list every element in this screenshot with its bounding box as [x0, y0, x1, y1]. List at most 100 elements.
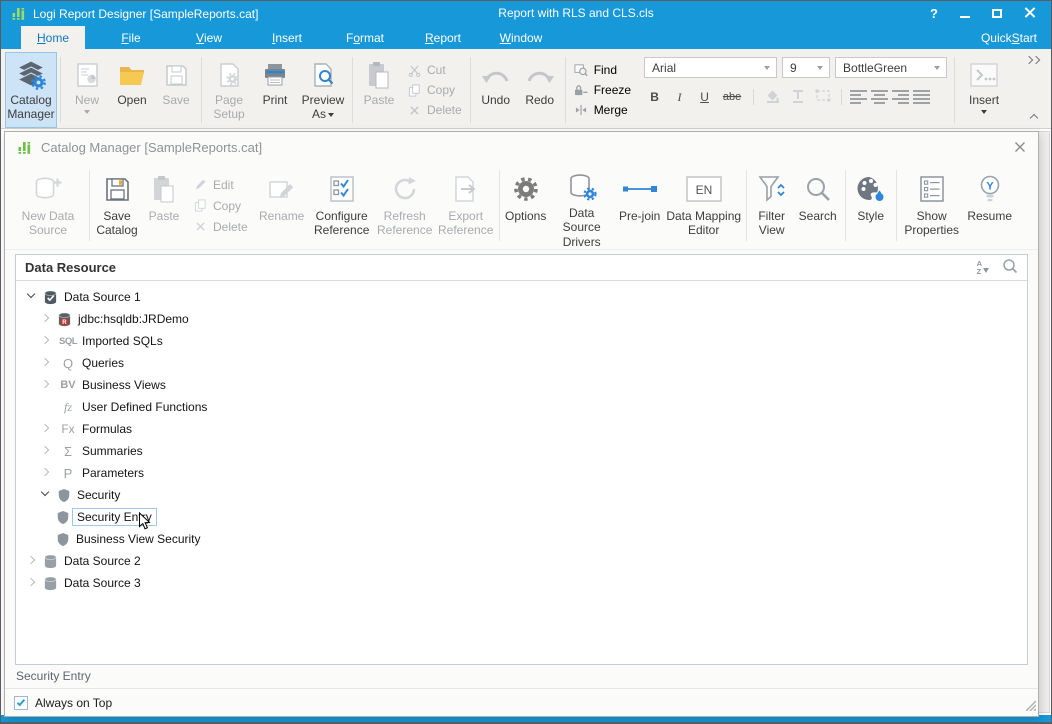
chevron-collapsed-icon[interactable] — [26, 555, 38, 567]
tree-item-data-source-3[interactable]: Data Source 3 — [16, 572, 1027, 594]
undo-button[interactable]: Undo — [474, 52, 518, 128]
tree-item-parameters[interactable]: P Parameters — [16, 462, 1027, 484]
catalog-paste-button[interactable]: Paste — [141, 162, 187, 249]
catalog-copy-button[interactable]: Copy — [193, 198, 248, 213]
align-center-button[interactable] — [871, 90, 888, 104]
tab-insert[interactable]: Insert — [255, 26, 319, 49]
chevron-collapsed-icon[interactable] — [40, 335, 52, 347]
align-left-button[interactable] — [850, 90, 867, 104]
tab-report[interactable]: Report — [411, 26, 475, 49]
open-button[interactable]: Open — [110, 52, 154, 128]
quick-start-button[interactable]: Quick Start — [981, 26, 1037, 49]
save-button[interactable]: Save — [154, 52, 198, 128]
data-source-drivers-button[interactable]: Data Source Drivers — [549, 162, 615, 249]
find-button[interactable]: Find — [574, 62, 631, 78]
help-button[interactable]: ? — [930, 7, 938, 20]
chevron-collapsed-icon[interactable] — [40, 423, 52, 435]
style-button[interactable]: Style — [849, 162, 893, 249]
vertical-scrollbar[interactable] — [1038, 131, 1050, 713]
resume-button[interactable]: Y Resume — [964, 162, 1016, 249]
chevron-right-icon — [1032, 56, 1040, 64]
paste-button[interactable]: Paste — [356, 52, 402, 128]
save-catalog-button[interactable]: Save Catalog — [93, 162, 141, 249]
print-button[interactable]: Print — [253, 52, 297, 128]
page-setup-button[interactable]: Page Setup — [205, 52, 253, 128]
edit-button[interactable]: Edit — [193, 177, 248, 192]
preview-as-button[interactable]: Preview As — [297, 52, 349, 128]
collapse-ribbon-button[interactable] — [1031, 115, 1037, 121]
minimize-button[interactable] — [960, 7, 970, 20]
align-justify-button[interactable] — [913, 90, 930, 104]
tab-format[interactable]: Format — [333, 26, 397, 49]
catalog-manager-logo-icon — [17, 140, 32, 155]
css-style-select[interactable]: BottleGreen — [835, 57, 947, 78]
always-on-top-checkbox[interactable] — [14, 696, 28, 710]
tab-home[interactable]: Home — [21, 26, 85, 49]
italic-button[interactable]: I — [669, 90, 690, 105]
align-right-button[interactable] — [892, 90, 909, 104]
freeze-button[interactable]: Freeze — [574, 82, 631, 98]
font-color-button[interactable] — [787, 89, 808, 106]
copy-button[interactable]: Copy — [407, 82, 462, 98]
pre-join-button[interactable]: Pre-join — [615, 162, 665, 249]
chevron-expanded-icon[interactable] — [26, 291, 38, 303]
tree-item-security-entry[interactable]: Security Entry — [16, 506, 1027, 528]
pre-join-icon — [622, 169, 658, 209]
new-button[interactable]: New — [64, 52, 110, 128]
new-data-source-button[interactable]: New Data Source — [10, 162, 86, 249]
tree-item-data-source-2[interactable]: Data Source 2 — [16, 550, 1027, 572]
strikethrough-button[interactable]: abe — [719, 91, 745, 103]
chevron-expanded-icon[interactable] — [40, 489, 52, 501]
tab-window[interactable]: Window — [489, 26, 553, 49]
merge-button[interactable]: Merge — [574, 102, 631, 118]
fill-color-button[interactable] — [762, 89, 783, 106]
redo-button[interactable]: Redo — [518, 52, 562, 128]
tree-item-business-views[interactable]: BV Business Views — [16, 374, 1027, 396]
sort-az-button[interactable]: AZ — [977, 260, 989, 275]
tree-item-business-view-security[interactable]: Business View Security — [16, 528, 1027, 550]
chevron-collapsed-icon[interactable] — [26, 577, 38, 589]
chevron-collapsed-icon[interactable] — [40, 445, 52, 457]
configure-reference-button[interactable]: Configure Reference — [310, 162, 374, 249]
chevron-collapsed-icon[interactable] — [40, 467, 52, 479]
catalog-close-button[interactable] — [1014, 141, 1026, 153]
rename-button[interactable]: Rename — [254, 162, 310, 249]
insert-button[interactable]: Insert — [958, 52, 1010, 128]
data-mapping-editor-button[interactable]: EN Data Mapping Editor — [665, 162, 743, 249]
chevron-collapsed-icon[interactable] — [40, 357, 52, 369]
bold-button[interactable]: B — [644, 90, 665, 104]
border-button[interactable] — [812, 89, 833, 105]
font-family-select[interactable]: Arial — [644, 57, 777, 78]
resize-grip[interactable] — [1024, 699, 1036, 714]
maximize-button[interactable] — [992, 7, 1002, 20]
tree-item-user-defined-functions[interactable]: fz User Defined Functions — [16, 396, 1027, 418]
refresh-reference-button[interactable]: Refresh Reference — [374, 162, 436, 249]
cut-button[interactable]: Cut — [407, 62, 462, 78]
chevron-collapsed-icon[interactable] — [40, 313, 52, 325]
filter-view-button[interactable]: Filter View — [750, 162, 794, 249]
search-button[interactable]: Search — [794, 162, 842, 249]
close-button[interactable] — [1024, 7, 1035, 20]
export-reference-button[interactable]: Export Reference — [436, 162, 496, 249]
chevron-collapsed-icon[interactable] — [40, 379, 52, 391]
catalog-delete-button[interactable]: Delete — [193, 219, 248, 234]
tree-item-formulas[interactable]: Fx Formulas — [16, 418, 1027, 440]
tree-item-summaries[interactable]: Σ Summaries — [16, 440, 1027, 462]
tree-item-imported-sqls[interactable]: SQL Imported SQLs — [16, 330, 1027, 352]
tree-item-queries[interactable]: Q Queries — [16, 352, 1027, 374]
options-button[interactable]: Options — [503, 162, 549, 249]
catalog-manager-titlebar[interactable]: Catalog Manager [SampleReports.cat] — [5, 132, 1038, 162]
show-properties-button[interactable]: Show Properties — [900, 162, 964, 249]
ribbon-more-button[interactable] — [1026, 57, 1039, 63]
tree-item-jdbc-connection[interactable]: R jdbc:hsqldb:JRDemo — [16, 308, 1027, 330]
data-resource-header: Data Resource AZ — [16, 255, 1027, 281]
font-size-select[interactable]: 9 — [782, 57, 830, 78]
panel-search-button[interactable] — [1002, 258, 1018, 277]
delete-button[interactable]: Delete — [407, 102, 462, 118]
underline-button[interactable]: U — [694, 90, 715, 104]
tab-view[interactable]: View — [177, 26, 241, 49]
tab-file[interactable]: File — [99, 26, 163, 49]
tree-item-security[interactable]: Security — [16, 484, 1027, 506]
catalog-manager-button[interactable]: Catalog Manager — [5, 52, 57, 128]
tree-item-data-source-1[interactable]: Data Source 1 — [16, 286, 1027, 308]
